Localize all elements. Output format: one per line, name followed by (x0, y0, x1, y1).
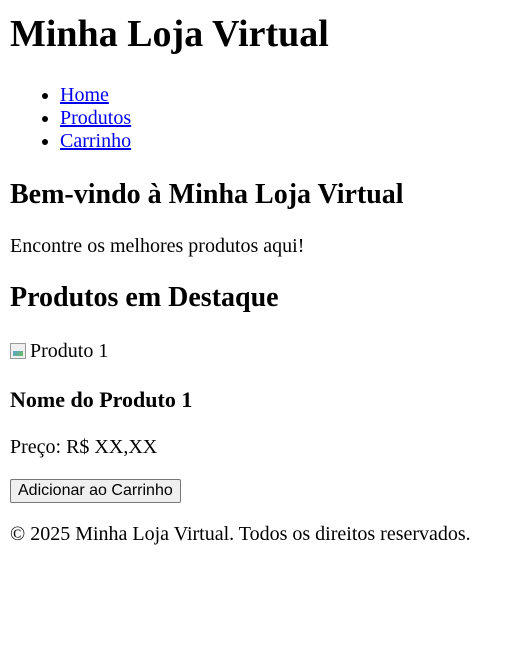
nav-link-home[interactable]: Home (60, 84, 109, 106)
site-title: Minha Loja Virtual (10, 13, 329, 55)
nav-item-produtos: Produtos (60, 107, 518, 130)
add-to-cart-button[interactable]: Adicionar ao Carrinho (10, 479, 181, 504)
product-image: Produto 1 (10, 340, 108, 362)
nav-list: Home Produtos Carrinho (10, 84, 518, 153)
site-footer: © 2025 Minha Loja Virtual. Todos os dire… (10, 523, 518, 546)
site-header: Minha Loja Virtual Home Produtos Carrinh… (10, 13, 518, 153)
featured-section: Produtos em Destaque Produto 1 Nome do P… (10, 282, 518, 523)
product-name: Nome do Produto 1 (10, 387, 193, 413)
footer-text: © 2025 Minha Loja Virtual. Todos os dire… (10, 523, 471, 546)
tagline: Encontre os melhores produtos aqui! (10, 234, 305, 257)
product-image-alt: Produto 1 (30, 339, 109, 362)
broken-image-icon (10, 343, 26, 360)
nav-link-carrinho[interactable]: Carrinho (60, 130, 131, 152)
page: Minha Loja Virtual Home Produtos Carrinh… (0, 13, 528, 546)
welcome-heading: Bem-vindo à Minha Loja Virtual (10, 178, 404, 210)
nav-item-carrinho: Carrinho (60, 130, 518, 153)
nav-link-produtos[interactable]: Produtos (60, 107, 131, 129)
hero-section: Bem-vindo à Minha Loja Virtual Encontre … (10, 179, 518, 258)
nav-item-home: Home (60, 84, 518, 107)
product-price: Preço: R$ XX,XX (10, 436, 158, 459)
main-nav: Home Produtos Carrinho (10, 84, 518, 153)
featured-heading: Produtos em Destaque (10, 281, 279, 313)
product-card: Produto 1 Nome do Produto 1 Preço: R$ XX… (10, 340, 518, 523)
